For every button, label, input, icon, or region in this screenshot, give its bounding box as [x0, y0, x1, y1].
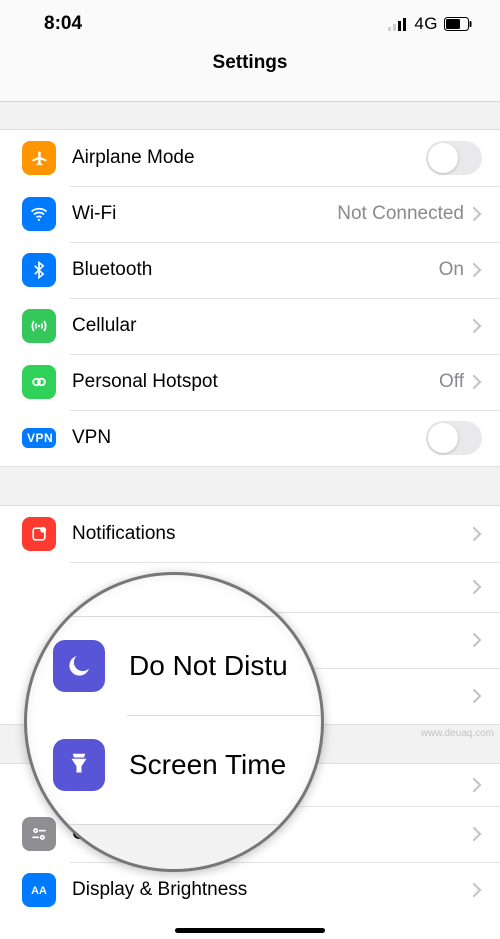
row-notifications[interactable]: Notifications — [0, 506, 500, 562]
chevron-icon — [472, 262, 482, 278]
chevron-icon — [472, 688, 482, 704]
svg-text:AA: AA — [31, 885, 47, 897]
row-airplane-mode[interactable]: Airplane Mode — [0, 130, 500, 186]
chevron-icon — [472, 526, 482, 542]
vpn-toggle[interactable] — [426, 421, 482, 455]
row-wifi[interactable]: Wi-Fi Not Connected — [0, 186, 500, 242]
page-title: Settings — [0, 48, 500, 102]
cellular-icon — [22, 309, 56, 343]
row-value: Off — [439, 371, 464, 393]
row-personal-hotspot[interactable]: Personal Hotspot Off — [0, 354, 500, 410]
chevron-icon — [472, 206, 482, 222]
page-title-text: Settings — [213, 52, 288, 74]
row-label: Notifications — [72, 523, 472, 545]
signal-icon — [388, 17, 408, 31]
display-icon: AA — [22, 873, 56, 907]
notifications-icon — [22, 517, 56, 551]
chevron-icon — [472, 318, 482, 334]
airplane-icon — [22, 141, 56, 175]
chevron-icon — [472, 579, 482, 595]
battery-icon — [444, 17, 472, 31]
chevron-icon — [472, 777, 482, 793]
row-label: Cellular — [72, 315, 472, 337]
mag-row-screentime[interactable]: Screen Time — [27, 716, 321, 814]
chevron-icon — [472, 632, 482, 648]
group-separator — [0, 466, 500, 506]
row-label: Wi-Fi — [72, 203, 337, 225]
vpn-icon: VPN — [22, 421, 56, 455]
home-indicator[interactable] — [175, 928, 325, 933]
mag-label: Do Not Distu — [129, 650, 303, 682]
network-label: 4G — [414, 14, 438, 34]
row-label: Airplane Mode — [72, 147, 426, 169]
mag-label: Screen Time — [129, 749, 303, 781]
controlcenter-icon — [22, 817, 56, 851]
hotspot-icon — [22, 365, 56, 399]
chevron-icon — [472, 882, 482, 898]
row-label: Bluetooth — [72, 259, 439, 281]
row-display-brightness[interactable]: AA Display & Brightness — [0, 862, 500, 918]
row-bluetooth[interactable]: Bluetooth On — [0, 242, 500, 298]
magnifier-overlay: Do Not Distu Screen Time — [24, 572, 324, 872]
airplane-toggle[interactable] — [426, 141, 482, 175]
row-value: Not Connected — [337, 203, 464, 225]
settings-screen: 8:04 4G Settings Airplane Mode Wi-Fi Not… — [0, 0, 500, 939]
status-right: 4G — [388, 14, 472, 34]
status-bar: 8:04 4G — [0, 0, 500, 48]
mag-row-dnd[interactable]: Do Not Distu — [27, 617, 321, 715]
row-label: Display & Brightness — [72, 879, 472, 901]
row-label: Personal Hotspot — [72, 371, 439, 393]
row-cellular[interactable]: Cellular — [0, 298, 500, 354]
group-separator — [0, 102, 500, 130]
screentime-icon — [53, 739, 105, 791]
chevron-icon — [472, 374, 482, 390]
row-label: VPN — [72, 427, 426, 449]
status-time: 8:04 — [44, 13, 82, 35]
bluetooth-icon — [22, 253, 56, 287]
row-vpn[interactable]: VPN VPN — [0, 410, 500, 466]
chevron-icon — [472, 826, 482, 842]
dnd-icon — [53, 640, 105, 692]
wifi-icon — [22, 197, 56, 231]
vpn-badge: VPN — [22, 428, 56, 448]
row-value: On — [439, 259, 464, 281]
